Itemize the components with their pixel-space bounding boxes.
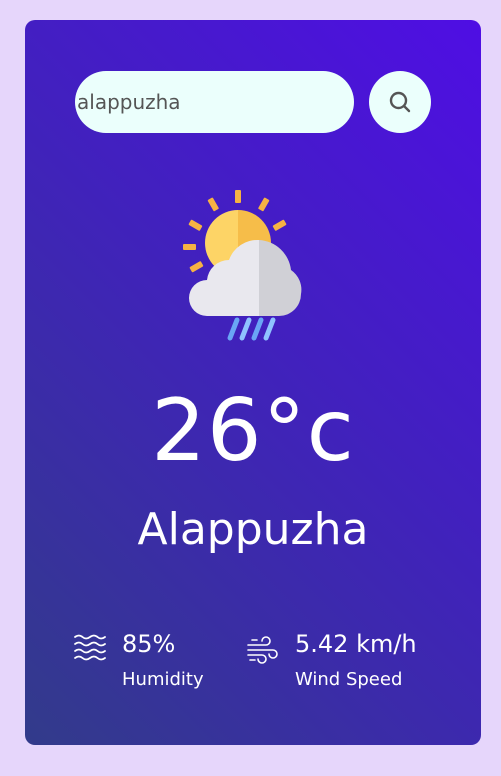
partly-cloudy-rain-icon [183,190,302,341]
city-search-input[interactable] [75,71,354,133]
city-name: Alappuzha [137,504,369,555]
humidity-value: 85% [122,630,176,658]
weather-card: 26°c Alappuzha 85% Humidity 5.42 km/h Wi… [25,20,481,745]
wind-speed-label: Wind Speed [295,669,403,690]
search-icon [389,91,411,113]
temperature-value: 26°c [151,381,355,481]
humidity-label: Humidity [122,669,204,690]
search-button[interactable] [369,71,431,133]
wind-speed-value: 5.42 km/h [295,630,417,658]
wind-icon [247,636,278,664]
humidity-waves-icon [74,634,106,661]
